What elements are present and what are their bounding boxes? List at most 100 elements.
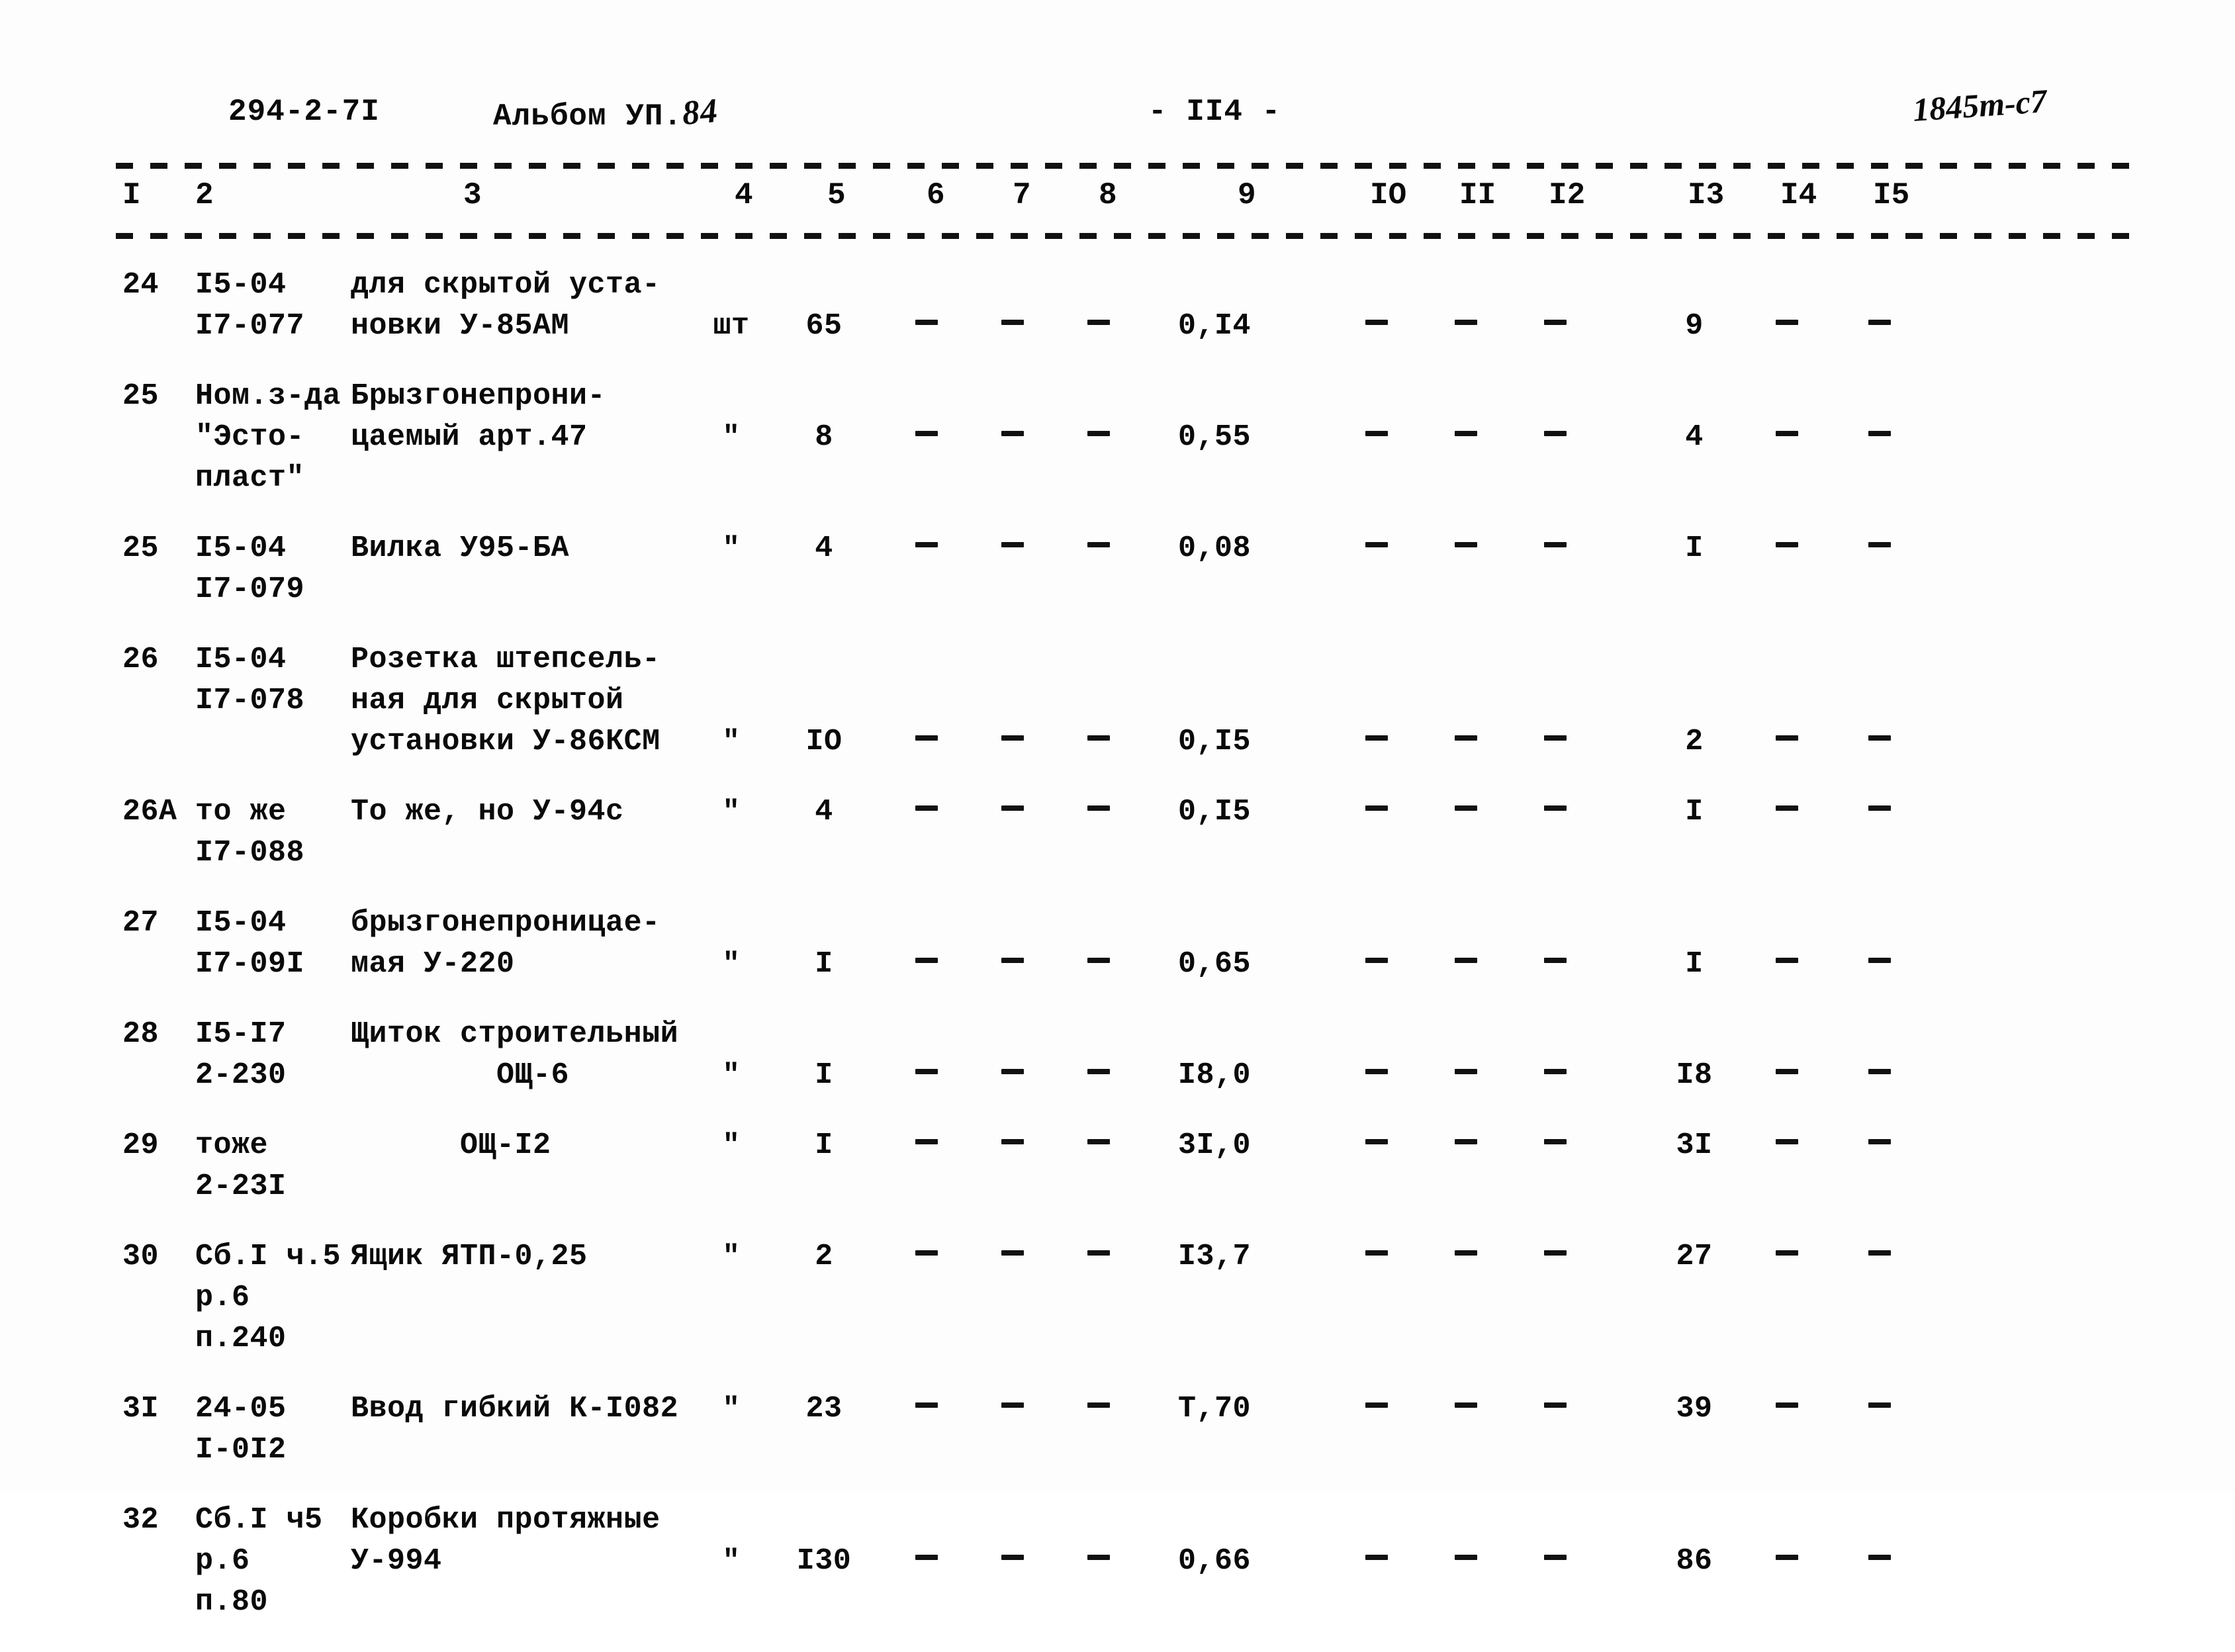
row-unit: " (722, 1393, 741, 1426)
row-code-line: I7-079 (195, 573, 305, 606)
dash-mark-icon (1868, 431, 1891, 437)
dash-mark-icon (1776, 958, 1798, 964)
row-quantity: I (815, 947, 833, 981)
dash-mark-icon (1776, 1250, 1798, 1256)
row-col15 (1868, 417, 1891, 458)
row-col12 (1544, 721, 1567, 762)
row-description-line: мая У-220 (351, 947, 515, 981)
row-description-line: ОЩ-I2 (351, 1128, 551, 1162)
dash-mark-icon (1001, 1402, 1024, 1408)
table-row: 25 I5-04 I7-079 Вилка У95-БА " 4 0,08 I (0, 528, 2235, 639)
dash-mark-icon (915, 1069, 938, 1075)
row-description-line: Ввод гибкий К-I082 (351, 1392, 679, 1426)
column-header-6: 6 (927, 178, 945, 212)
row-col10 (1365, 792, 1388, 833)
dash-mark-icon (915, 735, 938, 741)
row-col11 (1455, 306, 1477, 347)
row-code-line: Сб.I ч.5 (195, 1240, 342, 1273)
row-col11 (1455, 1541, 1477, 1582)
row-description-line: Розетка штепсель- (351, 643, 661, 676)
dash-mark-icon (1087, 320, 1110, 326)
row-number: 25 (122, 379, 160, 413)
row-col12 (1544, 792, 1567, 833)
dash-mark-icon (1544, 1069, 1567, 1075)
column-header-5: 5 (827, 178, 846, 212)
table-row: 27 I5-04 I7-09I брызгонепроницае-мая У-220 "… (0, 903, 2235, 1014)
row-description-line: Брызгонепрони- (351, 379, 606, 413)
row-col12 (1544, 944, 1567, 985)
album-label: Альбом УП. (493, 99, 683, 134)
row-col7 (1001, 792, 1024, 833)
row-col15 (1868, 1125, 1891, 1166)
dash-mark-icon (915, 805, 938, 811)
dash-mark-icon (1544, 431, 1567, 437)
row-quantity: 23 (805, 1392, 843, 1426)
column-header-I4: I4 (1780, 178, 1817, 212)
dash-mark-icon (1087, 1139, 1110, 1145)
row-col10 (1365, 1541, 1388, 1582)
row-col6 (915, 1055, 938, 1096)
dash-mark-icon (1544, 1250, 1567, 1256)
row-col14 (1776, 1055, 1798, 1096)
dash-mark-icon (1365, 431, 1388, 437)
row-col7 (1001, 721, 1024, 762)
row-description-line: Щиток строительный (351, 1017, 679, 1051)
dash-mark-icon (1455, 1402, 1477, 1408)
row-total-weight: I (1685, 947, 1704, 981)
dash-mark-icon (1455, 1555, 1477, 1561)
row-description-line: ная для скрытой (351, 684, 624, 717)
dash-mark-icon (1087, 1555, 1110, 1561)
row-quantity: 8 (815, 420, 833, 454)
row-col6 (915, 1236, 938, 1277)
dash-mark-icon (1365, 1250, 1388, 1256)
row-unit: " (722, 796, 741, 829)
row-description-line: У-994 (351, 1544, 442, 1578)
row-description-line: цаемый арт.47 (351, 420, 588, 454)
dash-mark-icon (1365, 1069, 1388, 1075)
row-col7 (1001, 1125, 1024, 1166)
row-quantity: I30 (796, 1544, 852, 1578)
row-code-line: 2-230 (195, 1058, 287, 1092)
table-top-rule (116, 163, 2138, 169)
dash-mark-icon (1365, 1555, 1388, 1561)
row-number: 3I (122, 1392, 160, 1426)
row-total-weight: I (1685, 795, 1704, 829)
table-row: 26 I5-04 I7-078 Розетка штепсель-ная для ск… (0, 639, 2235, 792)
dash-mark-icon (1365, 1139, 1388, 1145)
row-number: 25 (122, 531, 160, 565)
dash-mark-icon (1455, 431, 1477, 437)
row-code-line: пласт" (195, 461, 305, 495)
page-header: 294-2-7I Альбом УП.84 - II4 - 1845т-с7 (0, 82, 2235, 139)
dash-mark-icon (1087, 1250, 1110, 1256)
dash-mark-icon (1087, 542, 1110, 548)
table-row: 30 Сб.I ч.5 р.6 п.240 Ящик ЯТП-0,25 " 2 I3,7 27 (0, 1236, 2235, 1389)
dash-mark-icon (1776, 735, 1798, 741)
row-col8 (1087, 417, 1110, 458)
table-row: 3I 24-05 I-0I2 Ввод гибкий К-I082 " 23 Т,70 39 (0, 1389, 2235, 1500)
row-code-line: I5-04 (195, 268, 287, 302)
row-code-line: р.6 (195, 1281, 250, 1314)
row-quantity: 4 (815, 531, 833, 565)
row-col11 (1455, 528, 1477, 569)
row-col8 (1087, 528, 1110, 569)
row-col15 (1868, 528, 1891, 569)
table-header-bottom-rule (116, 233, 2138, 239)
column-header-IO: IO (1370, 178, 1407, 212)
row-code-line: п.80 (195, 1585, 269, 1619)
row-code-line: то же (195, 795, 287, 829)
row-quantity: IO (805, 725, 843, 758)
row-code-line: I7-077 (195, 309, 305, 343)
row-col10 (1365, 721, 1388, 762)
row-weight: 0,08 (1177, 531, 1252, 565)
dash-mark-icon (1001, 1250, 1024, 1256)
dash-mark-icon (1365, 735, 1388, 741)
dash-mark-icon (1776, 1402, 1798, 1408)
row-col10 (1365, 1389, 1388, 1430)
dash-mark-icon (915, 1555, 938, 1561)
row-col10 (1365, 944, 1388, 985)
row-col15 (1868, 1389, 1891, 1430)
dash-mark-icon (1455, 1139, 1477, 1145)
row-weight: 0,I5 (1177, 725, 1252, 758)
row-weight: 0,55 (1177, 420, 1252, 454)
row-number: 30 (122, 1240, 160, 1273)
